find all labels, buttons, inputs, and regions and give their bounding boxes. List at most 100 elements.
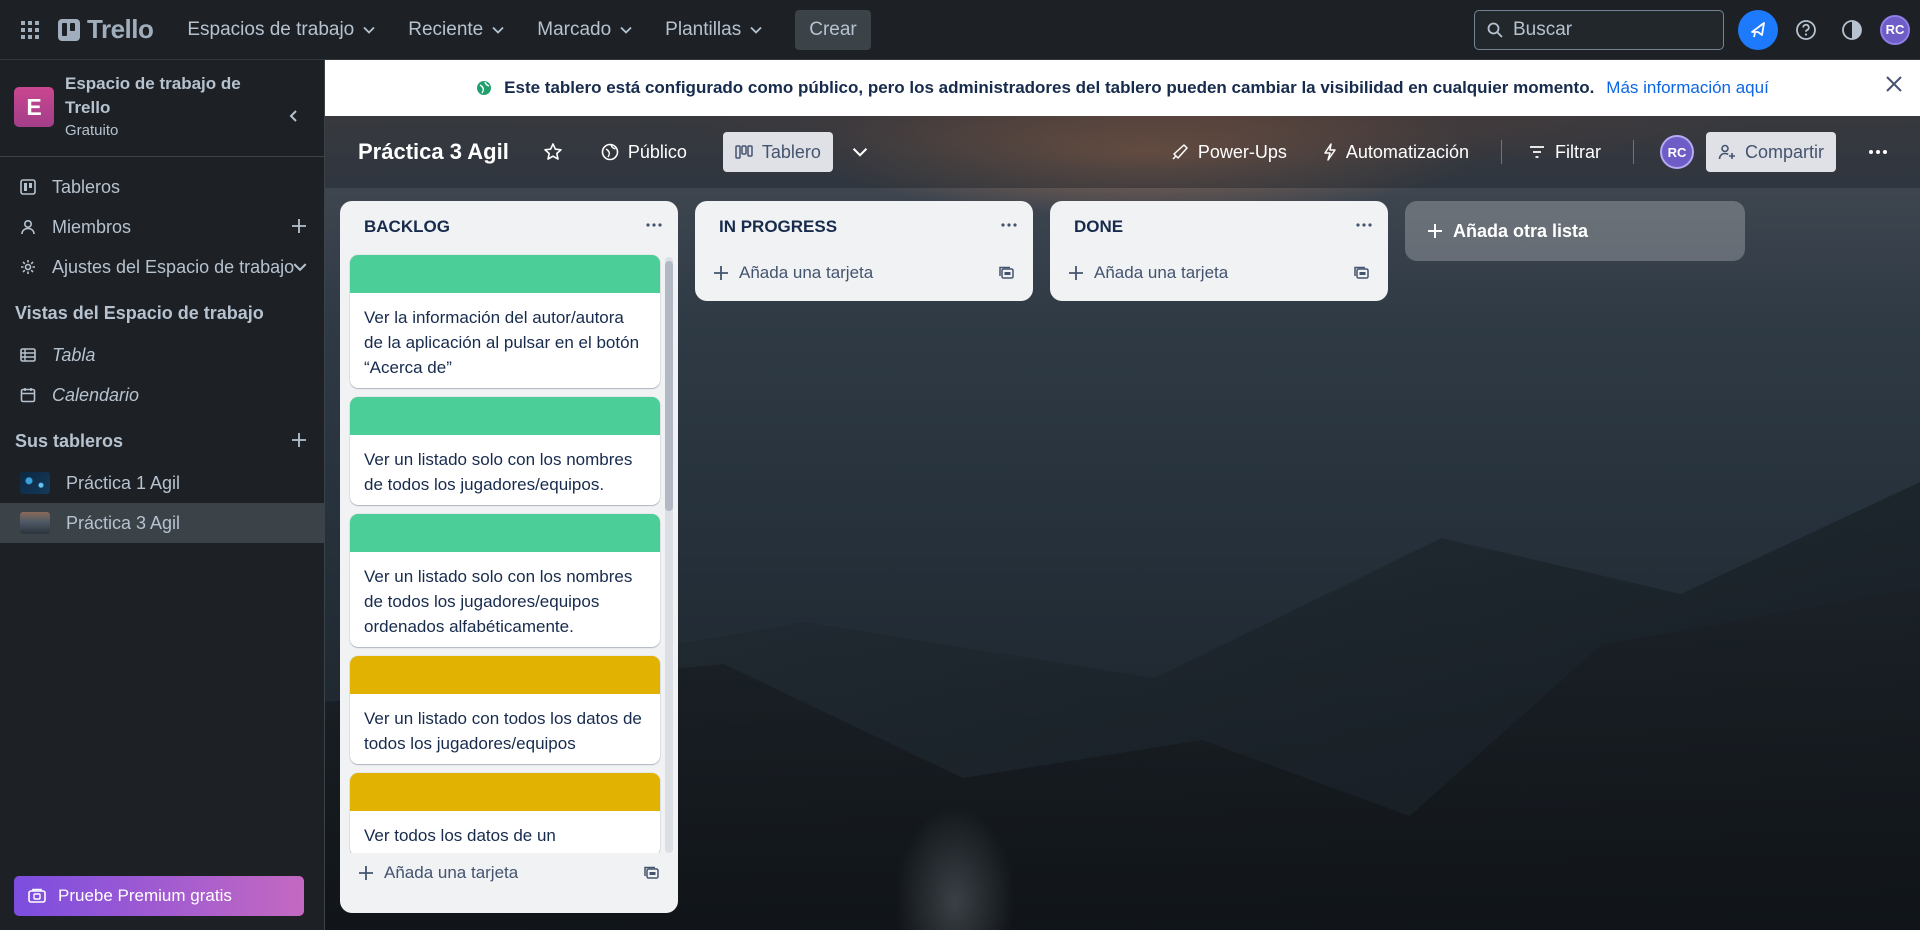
workspace-views-title: Vistas del Espacio de trabajo <box>15 302 264 323</box>
filter-icon <box>1529 146 1544 158</box>
sidebar-item-calendar[interactable]: Calendario <box>0 375 324 415</box>
sidebar-board-practica-3[interactable]: Práctica 3 Agil <box>0 503 324 543</box>
plus-icon <box>714 266 728 280</box>
sidebar-item-table[interactable]: Tabla <box>0 335 324 375</box>
more-icon[interactable] <box>644 215 664 235</box>
nav-workspaces-label: Espacios de trabajo <box>187 18 355 40</box>
megaphone-icon <box>1751 21 1765 37</box>
more-icon[interactable] <box>1354 215 1374 235</box>
sidebar-board-label: Práctica 3 Agil <box>66 512 181 533</box>
filter-label: Filtrar <box>1554 141 1601 162</box>
template-icon[interactable] <box>644 865 660 881</box>
list-done[interactable]: DONE Añada una tarjeta <box>1050 201 1388 301</box>
sidebar-item-boards[interactable]: Tableros <box>0 167 324 207</box>
share-button[interactable]: Compartir <box>1705 132 1836 172</box>
template-icon[interactable] <box>1354 265 1370 281</box>
board-visibility-button[interactable]: Público <box>589 134 699 171</box>
sidebar-item-label: Tableros <box>52 176 121 197</box>
card[interactable]: Ver un listado solo con los nombres de t… <box>350 397 660 505</box>
board-member-avatar[interactable]: RC <box>1659 135 1694 169</box>
automation-button[interactable]: Automatización <box>1311 134 1481 171</box>
list-title[interactable]: DONE <box>1074 217 1123 237</box>
list-in-progress[interactable]: IN PROGRESS Añada una tarjeta <box>695 201 1033 301</box>
add-card-button[interactable]: Añada una tarjeta <box>348 853 670 893</box>
add-board-icon[interactable] <box>290 431 308 449</box>
table-icon <box>20 348 36 362</box>
board-view-label: Tablero <box>761 141 821 162</box>
power-ups-label: Power-Ups <box>1197 141 1287 162</box>
list-title[interactable]: BACKLOG <box>364 217 450 237</box>
add-list-button[interactable]: Añada otra lista <box>1405 201 1745 261</box>
nav-recent[interactable]: Reciente <box>394 11 519 49</box>
your-boards-title: Sus tableros <box>15 430 124 451</box>
nav-templates[interactable]: Plantillas <box>651 11 777 49</box>
collapse-sidebar-button[interactable] <box>278 100 310 132</box>
banner-more-info-link[interactable]: Más información aquí <box>1606 78 1769 98</box>
card-cover <box>350 255 660 293</box>
list-title[interactable]: IN PROGRESS <box>719 217 837 237</box>
board-icon <box>20 179 36 195</box>
card[interactable]: Ver un listado con todos los datos de to… <box>350 656 660 764</box>
switch-view-button[interactable] <box>839 135 881 169</box>
sidebar-item-label: Tabla <box>52 344 96 365</box>
card-title: Ver un listado con todos los datos de to… <box>364 709 642 753</box>
theme-toggle-button[interactable] <box>1834 12 1870 48</box>
notifications-button[interactable] <box>1738 9 1778 50</box>
search-placeholder: Buscar <box>1513 18 1573 40</box>
board-view-button[interactable]: Tablero <box>722 132 833 172</box>
add-member-icon[interactable] <box>290 217 308 235</box>
trello-logo-text: Trello <box>87 14 154 44</box>
try-premium-button[interactable]: Pruebe Premium gratis <box>14 876 304 916</box>
workspace-sidebar: E Espacio de trabajo de Trello Gratuito … <box>0 60 325 930</box>
add-card-button[interactable]: Añada una tarjeta <box>1058 253 1380 293</box>
workspace-avatar[interactable]: E <box>14 87 54 127</box>
template-icon[interactable] <box>999 265 1015 281</box>
chevron-left-icon <box>289 110 297 122</box>
plus-icon <box>359 866 373 880</box>
header-divider <box>1500 140 1502 164</box>
list-header[interactable]: DONE <box>1050 201 1388 253</box>
add-card-button[interactable]: Añada una tarjeta <box>703 253 1025 293</box>
filter-button[interactable]: Filtrar <box>1516 134 1613 171</box>
card[interactable]: Ver la información del autor/autora de l… <box>350 255 660 388</box>
power-ups-button[interactable]: Power-Ups <box>1159 134 1299 171</box>
add-list-label: Añada otra lista <box>1453 220 1589 241</box>
card-title: Ver la información del autor/autora de l… <box>364 308 640 377</box>
header-divider <box>1632 140 1634 164</box>
board-thumbnail <box>20 512 50 534</box>
globe-icon <box>601 143 619 161</box>
board-menu-button[interactable] <box>1856 141 1900 163</box>
list-header[interactable]: IN PROGRESS <box>695 201 1033 253</box>
background-river <box>885 790 1025 930</box>
banner-message: Este tablero está configurado como públi… <box>504 78 1595 97</box>
app-switcher-icon[interactable] <box>14 14 46 46</box>
star-board-button[interactable] <box>531 134 575 170</box>
board-title[interactable]: Práctica 3 Agil <box>354 133 513 171</box>
workspace-name[interactable]: Espacio de trabajo de Trello <box>65 72 255 120</box>
more-icon[interactable] <box>999 215 1019 235</box>
card[interactable]: Ver un listado solo con los nombres de t… <box>350 514 660 647</box>
card[interactable]: Ver todos los datos de un <box>350 773 660 853</box>
nav-starred[interactable]: Marcado <box>523 11 647 49</box>
card-title: Ver todos los datos de un <box>364 826 556 845</box>
list-backlog[interactable]: BACKLOG Ver la información del autor/aut… <box>340 201 678 913</box>
chevron-down-icon <box>750 26 762 34</box>
trello-logo[interactable]: Trello <box>58 14 154 45</box>
sidebar-item-workspace-settings[interactable]: Ajustes del Espacio de trabajo <box>0 247 324 287</box>
nav-workspaces[interactable]: Espacios de trabajo <box>173 11 390 49</box>
trello-logo-icon <box>58 18 80 41</box>
sidebar-item-members[interactable]: Miembros <box>0 207 324 247</box>
close-icon[interactable] <box>1884 74 1904 94</box>
search-input[interactable]: Buscar <box>1474 9 1724 50</box>
sidebar-board-practica-1[interactable]: Práctica 1 Agil <box>0 463 324 503</box>
star-icon <box>544 143 562 160</box>
sidebar-item-label: Ajustes del Espacio de trabajo <box>52 256 295 277</box>
account-avatar[interactable]: RC <box>1880 14 1910 45</box>
add-person-icon <box>1718 144 1735 160</box>
list-header[interactable]: BACKLOG <box>340 201 678 253</box>
card-cover <box>350 773 660 811</box>
help-button[interactable] <box>1788 12 1824 48</box>
create-button[interactable]: Crear <box>795 9 871 50</box>
person-icon <box>21 219 35 235</box>
chevron-down-icon <box>363 26 375 34</box>
